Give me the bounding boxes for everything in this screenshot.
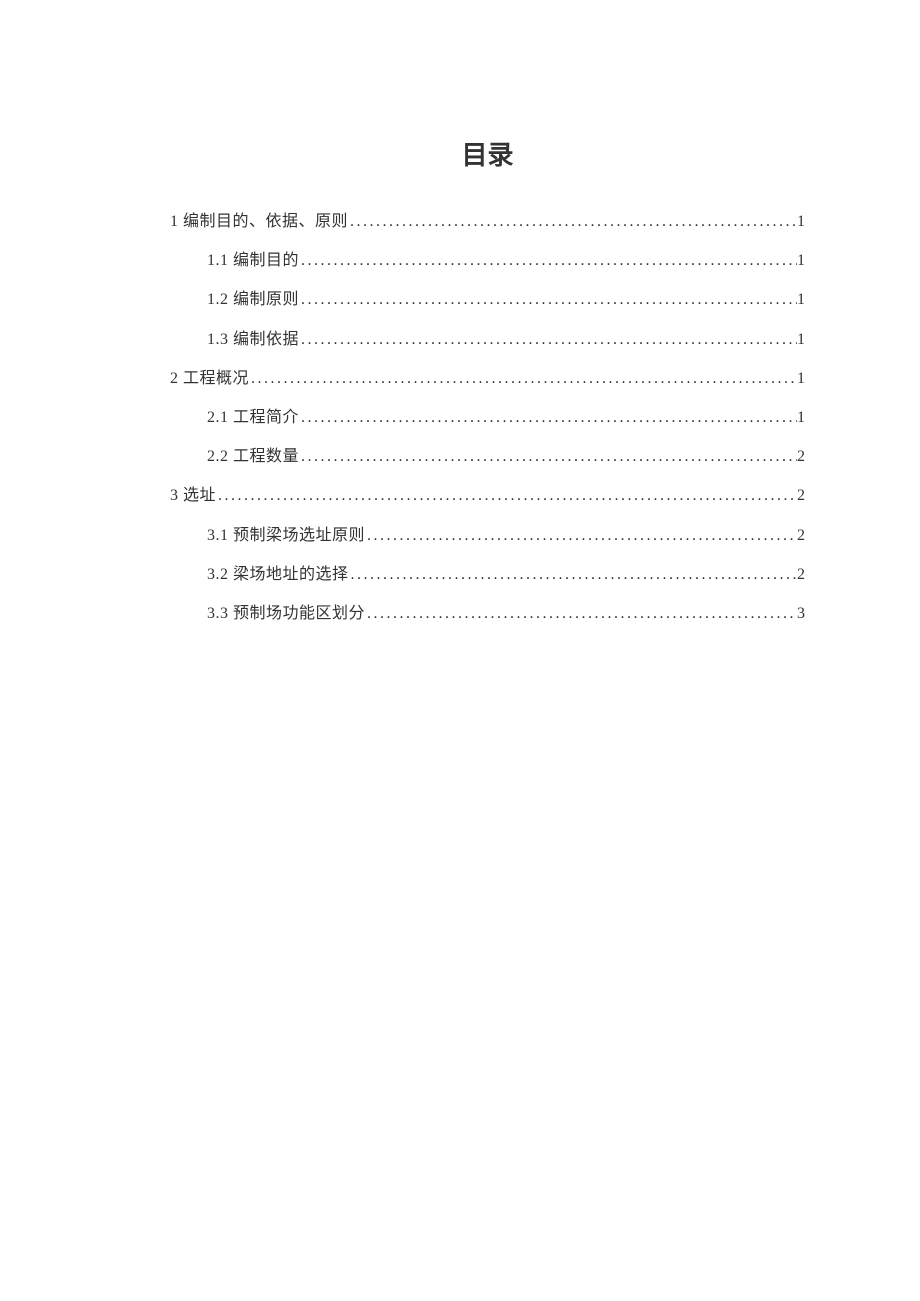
toc-entry: 1 编制目的、依据、原则 1 — [170, 212, 805, 231]
toc-entry-page: 1 — [797, 290, 805, 309]
toc-entry-page: 1 — [797, 369, 805, 388]
table-of-contents: 1 编制目的、依据、原则11.1 编制目的11.2 编制原则11.3 编制依据1… — [170, 212, 805, 623]
toc-dots — [348, 212, 797, 231]
toc-entry: 1.1 编制目的 1 — [207, 251, 805, 270]
toc-entry-label: 3.2 梁场地址的选择 — [207, 565, 349, 584]
toc-entry: 3.1 预制梁场选址原则 2 — [207, 526, 805, 545]
toc-entry: 3.2 梁场地址的选择 2 — [207, 565, 805, 584]
toc-entry: 2.1 工程简介 1 — [207, 408, 805, 427]
toc-entry-page: 1 — [797, 330, 805, 349]
toc-dots — [349, 565, 797, 584]
toc-entry-page: 2 — [797, 447, 805, 466]
toc-dots — [249, 369, 797, 388]
toc-entry-page: 2 — [797, 486, 805, 505]
toc-entry-label: 3.1 预制梁场选址原则 — [207, 526, 365, 545]
toc-title: 目录 — [170, 135, 805, 172]
toc-dots — [299, 408, 797, 427]
toc-dots — [299, 290, 797, 309]
toc-entry: 1.3 编制依据 1 — [207, 330, 805, 349]
toc-entry-label: 1 编制目的、依据、原则 — [170, 212, 348, 231]
toc-entry-label: 3.3 预制场功能区划分 — [207, 604, 365, 623]
toc-dots — [299, 330, 797, 349]
toc-entry: 3 选址 2 — [170, 486, 805, 505]
toc-entry-label: 1.3 编制依据 — [207, 330, 299, 349]
toc-entry-page: 1 — [797, 251, 805, 270]
toc-entry-page: 3 — [797, 604, 805, 623]
toc-entry-label: 2.1 工程简介 — [207, 408, 299, 427]
toc-dots — [299, 251, 797, 270]
document-page: 目录 1 编制目的、依据、原则11.1 编制目的11.2 编制原则11.3 编制… — [0, 0, 920, 623]
toc-dots — [299, 447, 797, 466]
toc-entry-page: 2 — [797, 526, 805, 545]
toc-entry-page: 1 — [797, 408, 805, 427]
toc-entry: 2 工程概况 1 — [170, 369, 805, 388]
toc-entry-label: 3 选址 — [170, 486, 216, 505]
toc-entry-label: 1.2 编制原则 — [207, 290, 299, 309]
toc-entry-page: 2 — [797, 565, 805, 584]
toc-dots — [365, 604, 797, 623]
toc-entry-label: 1.1 编制目的 — [207, 251, 299, 270]
toc-entry: 1.2 编制原则 1 — [207, 290, 805, 309]
toc-entry-label: 2.2 工程数量 — [207, 447, 299, 466]
toc-entry: 2.2 工程数量 2 — [207, 447, 805, 466]
toc-entry-page: 1 — [797, 212, 805, 231]
toc-entry-label: 2 工程概况 — [170, 369, 249, 388]
toc-entry: 3.3 预制场功能区划分 3 — [207, 604, 805, 623]
toc-dots — [365, 526, 797, 545]
toc-dots — [216, 486, 797, 505]
